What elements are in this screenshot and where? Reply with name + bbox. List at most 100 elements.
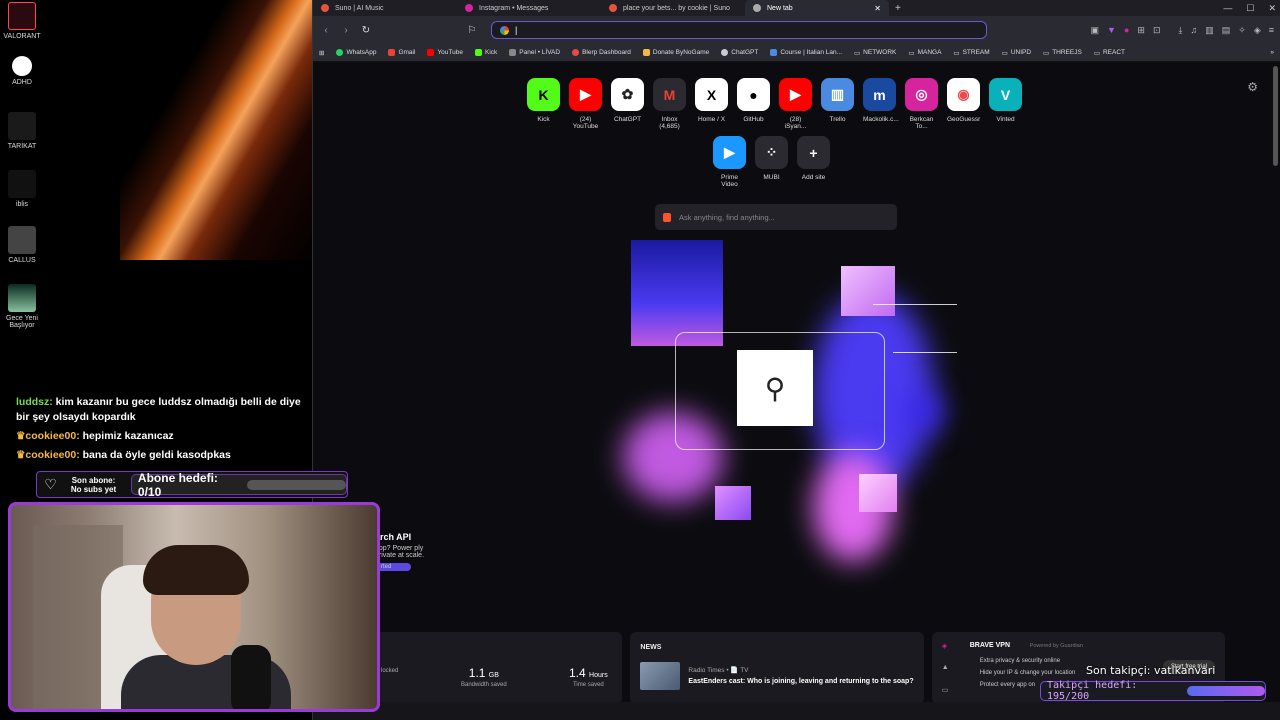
bookmark-course[interactable]: Course | Italian Lan... — [770, 49, 842, 56]
more-bookmarks-icon[interactable]: » — [1270, 49, 1274, 56]
desktop-icon-iblis[interactable]: iblis — [2, 170, 42, 208]
top-site-tile[interactable]: ▶ (28) iSyan... — [779, 78, 812, 130]
news-title: NEWS — [640, 644, 662, 651]
bookmark-blerp[interactable]: Blerp Dashboard — [572, 49, 631, 56]
search-box[interactable]: Ask anything, find anything... — [655, 204, 897, 230]
news-headline[interactable]: EastEnders cast: Who is joining, leaving… — [688, 678, 913, 685]
leo-icon[interactable]: ✧ — [1238, 25, 1246, 36]
top-site-tile[interactable]: ✿ ChatGPT — [611, 78, 644, 130]
bookmark-kick[interactable]: Kick — [474, 49, 497, 56]
brave-icon — [753, 4, 761, 12]
vpn-icon[interactable]: ◈ — [1254, 25, 1261, 36]
google-icon — [500, 25, 509, 35]
close-tab-icon[interactable]: ✕ — [874, 4, 881, 13]
top-site-icon: ◉ — [947, 78, 980, 111]
close-icon[interactable]: ✕ — [1268, 3, 1276, 14]
news-thumbnail[interactable] — [640, 662, 681, 690]
bookmark-panel[interactable]: Panel • LİVAD — [509, 49, 560, 56]
top-site-icon: M — [653, 78, 686, 111]
apps-grid-icon[interactable]: ⊞ — [319, 49, 324, 57]
top-site-tile[interactable]: ▶ (24) YouTube — [569, 78, 602, 130]
desktop-icon-valorant[interactable]: VALORANT — [2, 2, 42, 40]
text-cursor: | — [515, 25, 518, 35]
hero-square — [631, 240, 723, 346]
top-site-tile[interactable]: ◎ Berkcan To... — [905, 78, 938, 130]
bookmark-folder-stream[interactable]: ▭ STREAM — [953, 49, 989, 57]
bookmark-icon[interactable]: ⚐ — [465, 25, 479, 36]
download-icon[interactable]: ⤓ — [1179, 25, 1183, 36]
screen-icon: ▭ — [941, 687, 949, 694]
desktop-icon-callus[interactable]: CALLUS — [2, 226, 42, 264]
chat-text: hepimiz kazanıcaz — [82, 430, 174, 442]
tab-suno-song[interactable]: place your bets... by cookie | Suno — [601, 0, 745, 16]
suno-icon — [321, 4, 329, 12]
top-site-tile[interactable]: K Kick — [527, 78, 560, 130]
folder-icon: ▭ — [1001, 49, 1008, 57]
bookmark-whatsapp[interactable]: WhatsApp — [336, 49, 376, 56]
top-site-tile[interactable]: X Home / X — [695, 78, 728, 130]
top-site-tile[interactable]: ▶ Prime Video — [713, 136, 746, 188]
webcam-feed — [8, 502, 380, 712]
top-site-tile[interactable]: ▥ Trello — [821, 78, 854, 130]
menu-icon[interactable]: ≡ — [1269, 25, 1274, 36]
back-icon[interactable]: ‹ — [319, 25, 333, 36]
music-icon[interactable]: ♫ — [1190, 25, 1197, 36]
top-site-tile[interactable]: ● GitHub — [737, 78, 770, 130]
bookmark-chatgpt[interactable]: ChatGPT — [721, 49, 758, 56]
tab-instagram[interactable]: Instagram • Messages — [457, 0, 601, 16]
scrollbar[interactable] — [1273, 66, 1278, 166]
last-subscriber-label: Son abone: — [71, 475, 116, 485]
bookmark-label: MANGA — [917, 49, 942, 56]
tab-new-tab[interactable]: New tab ✕ — [745, 0, 889, 16]
bookmark-folder-manga[interactable]: ▭ MANGA — [908, 49, 941, 57]
top-site-tile[interactable]: + Add site — [797, 136, 830, 188]
bookmark-folder-network[interactable]: ▭ NETWORK — [854, 49, 896, 57]
bookmark-bynogame[interactable]: Donate ByNoGame — [642, 49, 709, 56]
gear-icon[interactable]: ⚙ — [1247, 80, 1258, 94]
chat-text: bana da öyle geldi kasodpkas — [82, 449, 231, 461]
bookmark-youtube[interactable]: YouTube — [427, 49, 463, 56]
extension-icon[interactable]: ▣ — [1091, 25, 1100, 36]
top-site-tile[interactable]: m Mackolik.c... — [863, 78, 899, 130]
desktop-icon-adhd[interactable]: ADHD — [2, 56, 42, 86]
forward-icon[interactable]: › — [339, 25, 353, 36]
bookmark-folder-threejs[interactable]: ▭ THREEJS — [1043, 49, 1082, 57]
subscriber-goal-bar — [247, 479, 346, 490]
top-sites-row-2: ▶ Prime Video ⁘ MUBI + Add site — [713, 136, 830, 188]
news-source: Radio Times • 📄 TV — [688, 667, 749, 674]
bookmark-folder-unipd[interactable]: ▭ UNIPD — [1002, 49, 1031, 57]
top-site-tile[interactable]: ⁘ MUBI — [755, 136, 788, 188]
top-site-tile[interactable]: ◉ GeoGuessr — [947, 78, 980, 130]
tab-suno[interactable]: Suno | AI Music — [313, 0, 457, 16]
desktop-icon-label: VALORANT — [3, 33, 41, 40]
extension-icon[interactable]: ● — [1124, 25, 1129, 36]
wallet-icon[interactable]: ▤ — [1222, 25, 1231, 36]
extension-icon[interactable]: ▼ — [1107, 25, 1116, 36]
new-tab-button[interactable]: + — [889, 3, 907, 14]
address-bar[interactable]: | — [491, 21, 987, 39]
panel-icon — [509, 49, 517, 56]
top-site-tile[interactable]: V Vinted — [989, 78, 1022, 130]
maximize-icon[interactable]: ☐ — [1246, 3, 1254, 14]
subscriber-widget: ♡ Son abone: No subs yet Abone hedefi: 0… — [36, 471, 348, 499]
reload-icon[interactable]: ↻ — [359, 25, 373, 36]
top-site-tile[interactable]: M Inbox (4,685) — [653, 78, 686, 130]
chat-username: cookiee00: — [25, 449, 80, 461]
extension-icon[interactable]: ⊡ — [1153, 25, 1161, 36]
bookmark-folder-react[interactable]: ▭ REACT — [1094, 49, 1125, 57]
tab-bar: Suno | AI Music Instagram • Messages pla… — [313, 0, 1280, 16]
desktop-icon-gece[interactable]: Gece Yeni Başlıyor — [2, 284, 42, 329]
sidebar-icon[interactable]: ▥ — [1205, 25, 1214, 36]
minimize-icon[interactable]: — — [1223, 3, 1232, 13]
bookmark-gmail[interactable]: Gmail — [388, 49, 415, 56]
gmail-icon — [388, 49, 396, 56]
hero-blob — [903, 392, 943, 432]
chat-message: luddsz: kim kazanır bu gece luddsz olmad… — [16, 395, 312, 425]
desktop-icon-tarikat[interactable]: TARİKAT — [2, 112, 42, 150]
hero-square — [715, 486, 751, 520]
news-widget[interactable]: NEWS Radio Times • 📄 TV EastEnders cast:… — [630, 632, 924, 702]
wallpaper — [120, 0, 312, 260]
bookmarks-bar: ⊞ WhatsApp Gmail YouTube Kick Panel • Lİ… — [313, 44, 1280, 62]
extension-icon[interactable]: ⊞ — [1137, 25, 1145, 36]
promo-button[interactable]: rted — [375, 563, 411, 571]
